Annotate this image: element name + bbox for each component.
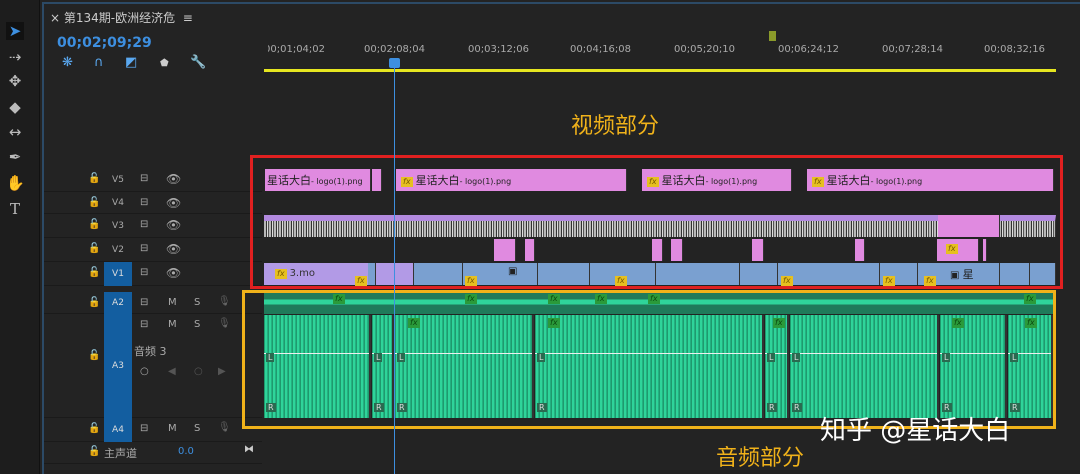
- tools-panel: ➤ ⇢ ✥ ◆ ↔ ✒ ✋ T: [0, 0, 40, 474]
- track-header-v3: 🔓 V3 ⊟ 👁: [44, 214, 262, 238]
- toggle-sync-icon[interactable]: ⊟: [140, 267, 148, 278]
- lock-icon[interactable]: 🔓: [88, 297, 100, 308]
- track-header-v2: 🔓 V2 ⊟ 👁: [44, 238, 262, 262]
- solo-button[interactable]: S: [194, 297, 200, 308]
- mic-icon[interactable]: 🎙: [218, 318, 231, 329]
- lock-icon[interactable]: 🔓: [88, 197, 100, 208]
- playhead-timecode[interactable]: 00;02;09;29: [57, 35, 152, 51]
- toggle-sync-icon[interactable]: ⊟: [140, 423, 148, 434]
- track-target-a2[interactable]: A2: [104, 292, 132, 314]
- track-target-v5[interactable]: V5: [104, 168, 132, 192]
- video-section-label: 视频部分: [571, 114, 660, 139]
- master-volume[interactable]: 0.0: [178, 446, 194, 457]
- mute-button[interactable]: M: [168, 319, 177, 330]
- slip-tool-icon[interactable]: ↔: [6, 123, 24, 141]
- track-target-a3[interactable]: A3: [104, 314, 132, 418]
- fit-icon[interactable]: ⧓: [244, 444, 254, 455]
- toggle-sync-icon[interactable]: ⊟: [140, 319, 148, 330]
- add-marker-icon[interactable]: ⬟: [160, 58, 169, 69]
- add-keyframe-icon[interactable]: ○: [194, 366, 203, 377]
- toggle-sync-icon[interactable]: ⊟: [140, 243, 148, 254]
- mic-icon[interactable]: 🎙: [218, 296, 231, 307]
- eye-icon[interactable]: 👁: [166, 172, 181, 186]
- playhead-line[interactable]: [394, 68, 395, 474]
- close-icon[interactable]: ×: [50, 11, 64, 25]
- mute-button[interactable]: M: [168, 423, 177, 434]
- lock-icon[interactable]: 🔓: [88, 219, 100, 230]
- sequence-tab[interactable]: × 第134期-欧洲经济危 ≡: [50, 9, 193, 26]
- eye-icon[interactable]: 👁: [166, 196, 181, 210]
- ruler-label: 00;04;16;08: [570, 44, 632, 55]
- ruler-label: 00;07;28;14: [882, 44, 944, 55]
- eye-icon[interactable]: 👁: [166, 218, 181, 232]
- toggle-sync-icon[interactable]: ⊟: [140, 197, 148, 208]
- watermark: 知乎 @星话大白: [820, 416, 1011, 446]
- prev-keyframe-icon[interactable]: ◀: [168, 366, 176, 377]
- lock-icon[interactable]: 🔓: [88, 243, 100, 254]
- lock-icon[interactable]: 🔓: [88, 423, 100, 434]
- track-header-a3: 🔓 A3 ⊟ M S 🎙 音频 3 ○ ◀ ○ ▶: [44, 314, 262, 418]
- toggle-sync-icon[interactable]: ⊟: [140, 219, 148, 230]
- lock-icon[interactable]: 🔓: [88, 267, 100, 278]
- pen-tool-icon[interactable]: ✒: [6, 148, 24, 166]
- master-label: 主声道: [104, 447, 137, 460]
- hand-tool-icon[interactable]: ✋: [6, 174, 25, 192]
- track-target-v2[interactable]: V2: [104, 238, 132, 262]
- ruler-label: 00;05;20;10: [674, 44, 736, 55]
- track-header-a4: 🔓 A4 ⊟ M S 🎙: [44, 418, 262, 442]
- track-name: 音频 3: [134, 345, 167, 358]
- track-select-tool-icon[interactable]: ⇢: [6, 48, 24, 66]
- ruler-label: 00;06;24;12: [778, 44, 840, 55]
- track-target-v4[interactable]: V4: [104, 192, 132, 214]
- ruler-label: 00;01;04;02: [264, 44, 326, 55]
- wrench-icon[interactable]: 🔧: [190, 55, 206, 70]
- toggle-sync-icon[interactable]: ⊟: [140, 297, 148, 308]
- lock-icon[interactable]: 🔓: [88, 173, 100, 184]
- playhead-handle[interactable]: [389, 58, 400, 68]
- selection-tool-icon[interactable]: ➤: [6, 22, 24, 40]
- video-highlight-box: [250, 155, 1063, 289]
- linked-selection-icon[interactable]: ◩: [125, 55, 137, 70]
- ruler-label: 00;08;32;16: [984, 44, 1046, 55]
- audio-highlight-box: [242, 290, 1056, 429]
- track-target-v1[interactable]: V1: [104, 262, 132, 286]
- mute-button[interactable]: M: [168, 297, 177, 308]
- snap-magnet-icon[interactable]: ∩: [94, 55, 104, 70]
- solo-button[interactable]: S: [194, 423, 200, 434]
- toggle-sync-icon[interactable]: ⊟: [140, 173, 148, 184]
- ruler-label: 00;03;12;06: [468, 44, 530, 55]
- ruler-label: 00;02;08;04: [364, 44, 426, 55]
- track-header-v1: 🔓 V1 ⊟ 👁: [44, 262, 262, 286]
- track-target-v3[interactable]: V3: [104, 214, 132, 238]
- eye-icon[interactable]: 👁: [166, 242, 181, 256]
- work-area-bar[interactable]: [264, 69, 1056, 72]
- lock-icon[interactable]: 🔓: [88, 350, 100, 361]
- razor-tool-icon[interactable]: ◆: [6, 98, 24, 116]
- track-header-v4: 🔓 V4 ⊟ 👁: [44, 192, 262, 214]
- menu-icon[interactable]: ≡: [183, 11, 193, 25]
- audio-section-label: 音频部分: [716, 446, 805, 471]
- master-track-header: 🔓 主声道 0.0 ⧓: [44, 442, 262, 464]
- sequence-title: 第134期-欧洲经济危: [63, 11, 176, 25]
- solo-button[interactable]: S: [194, 319, 200, 330]
- marker-icon[interactable]: [769, 31, 776, 41]
- track-header-a2: 🔓 A2 ⊟ M S 🎙: [44, 292, 262, 314]
- eye-icon[interactable]: 👁: [166, 266, 181, 280]
- type-tool-icon[interactable]: T: [6, 200, 24, 218]
- mic-icon[interactable]: 🎙: [218, 422, 231, 433]
- next-keyframe-icon[interactable]: ▶: [218, 366, 226, 377]
- nest-icon[interactable]: ❋: [62, 55, 73, 70]
- track-header-v5: 🔓 V5 ⊟ 👁: [44, 168, 262, 192]
- ripple-edit-tool-icon[interactable]: ✥: [6, 72, 24, 90]
- keyframe-icon[interactable]: ○: [140, 366, 149, 377]
- lock-icon[interactable]: 🔓: [88, 446, 100, 457]
- track-target-a4[interactable]: A4: [104, 418, 132, 442]
